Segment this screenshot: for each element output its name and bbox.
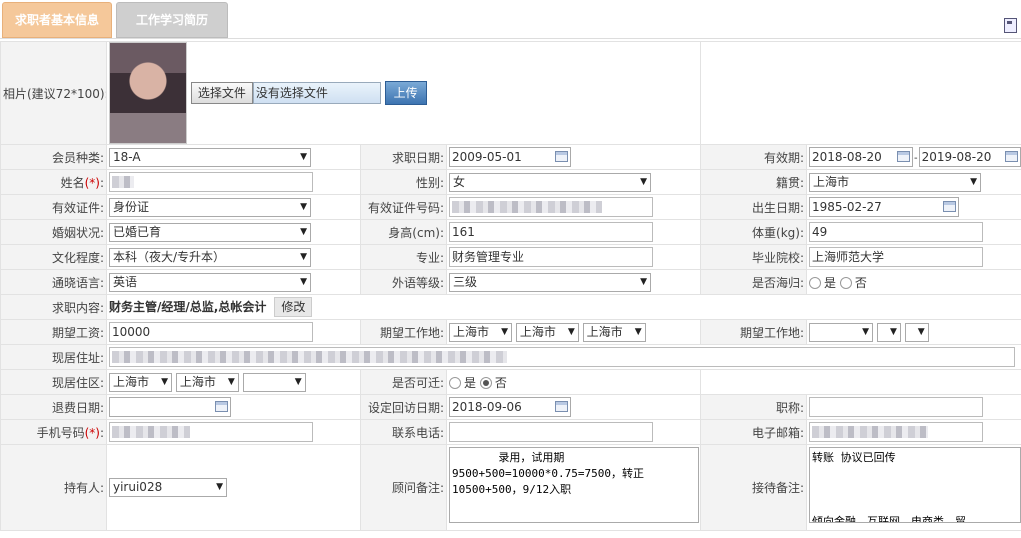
work-place-2-province-select[interactable]: ▼ xyxy=(809,322,874,342)
work-place-district-select[interactable]: 上海市 ▼ xyxy=(582,322,646,342)
work-place-2-district-select[interactable]: ▼ xyxy=(904,322,929,342)
job-date-label: 求职日期: xyxy=(360,144,447,170)
foreign-level-label: 外语等级: xyxy=(360,269,447,295)
mobile-input[interactable] xyxy=(109,422,313,442)
valid-label: 有效期: xyxy=(700,144,808,170)
revisit-date-input[interactable]: 2018-09-06 xyxy=(449,397,571,417)
phone-label: 联系电话: xyxy=(360,419,447,445)
returnee-no-radio[interactable] xyxy=(839,277,852,289)
education-select[interactable]: 本科（夜大/专升本） ▼ xyxy=(109,247,311,267)
salary-label: 期望工资: xyxy=(0,319,107,345)
reception-note-textarea[interactable]: 转账 协议已回传 倾向金融，互联网，电商类，贸 xyxy=(809,447,1021,523)
valid-to-input[interactable]: 2019-08-20 xyxy=(918,147,1021,167)
export-icon[interactable] xyxy=(1004,18,1017,33)
holder-select[interactable]: yirui028 ▼ xyxy=(109,478,227,497)
name-input[interactable] xyxy=(109,172,313,192)
education-label: 文化程度: xyxy=(0,244,107,270)
applicant-form: 相片(建议72*100): 选择文件 没有选择文件 上传 会员种类: 18-A ▼ … xyxy=(0,41,1021,531)
name-label: 姓名(*): xyxy=(0,169,107,195)
calendar-icon[interactable] xyxy=(555,401,568,412)
district-area-select[interactable]: ▼ xyxy=(242,372,306,392)
weight-label: 体重(kg): xyxy=(700,219,808,245)
school-input[interactable]: 上海师范大学 xyxy=(809,247,984,267)
major-label: 专业: xyxy=(360,244,447,270)
job-content-value: 财务主管/经理/总监,总帐会计 xyxy=(109,300,267,314)
reception-note-label: 接待备注: xyxy=(700,444,808,531)
title-label: 职称: xyxy=(700,394,808,420)
email-label: 电子邮箱: xyxy=(700,419,808,445)
mobile-label: 手机号码(*): xyxy=(0,419,107,445)
phone-input[interactable] xyxy=(449,422,653,442)
height-label: 身高(cm): xyxy=(360,219,447,245)
refund-date-input[interactable] xyxy=(109,397,231,417)
job-date-input[interactable]: 2009-05-01 xyxy=(449,147,571,167)
foreign-level-select[interactable]: 三级 ▼ xyxy=(449,272,651,292)
title-input[interactable] xyxy=(809,397,984,417)
birth-date-input[interactable]: 1985-02-27 xyxy=(809,197,960,217)
native-select[interactable]: 上海市 ▼ xyxy=(809,172,982,192)
calendar-icon[interactable] xyxy=(1004,151,1018,162)
address-input[interactable] xyxy=(109,347,1015,367)
native-label: 籍贯: xyxy=(700,169,808,195)
relocate-no-radio[interactable] xyxy=(479,377,492,389)
calendar-icon[interactable] xyxy=(215,401,228,412)
marriage-select[interactable]: 已婚已育 ▼ xyxy=(109,222,311,242)
height-input[interactable]: 161 xyxy=(449,222,653,242)
work-place-province-select[interactable]: 上海市 ▼ xyxy=(449,322,512,342)
relocate-yes-radio[interactable] xyxy=(449,377,461,389)
choose-file-button[interactable]: 选择文件 xyxy=(190,82,253,104)
work-place-2-label: 期望工作地: xyxy=(700,319,808,345)
district-city-select[interactable]: 上海市 ▼ xyxy=(175,372,239,392)
id-number-input[interactable] xyxy=(449,197,653,217)
returnee-yes-radio[interactable] xyxy=(809,277,822,289)
id-type-select[interactable]: 身份证 ▼ xyxy=(109,197,311,217)
upload-button[interactable]: 上传 xyxy=(384,81,427,105)
weight-input[interactable]: 49 xyxy=(809,222,984,242)
gender-select[interactable]: 女 ▼ xyxy=(449,172,651,192)
tab-basic-info[interactable]: 求职者基本信息 xyxy=(2,2,112,38)
school-label: 毕业院校: xyxy=(700,244,808,270)
consultant-note-textarea[interactable]: 录用，试用期 9500+500=10000*0.75=7500，转正 10500… xyxy=(449,447,699,523)
calendar-icon[interactable] xyxy=(943,201,957,212)
major-input[interactable]: 财务管理专业 xyxy=(449,247,653,267)
refund-date-label: 退费日期: xyxy=(0,394,107,420)
relocate-label: 是否可迁: xyxy=(360,369,447,395)
work-place-city-select[interactable]: 上海市 ▼ xyxy=(515,322,579,342)
consultant-note-label: 顾问备注: xyxy=(360,444,447,531)
gender-label: 性别: xyxy=(360,169,447,195)
tab-resume[interactable]: 工作学习简历 xyxy=(116,2,228,38)
applicant-photo xyxy=(109,42,187,144)
marriage-label: 婚姻状况: xyxy=(0,219,107,245)
calendar-icon[interactable] xyxy=(897,151,911,162)
email-input[interactable] xyxy=(809,422,984,442)
salary-input[interactable]: 10000 xyxy=(109,322,313,342)
language-label: 通晓语言: xyxy=(0,269,107,295)
job-content-label: 求职内容: xyxy=(0,294,107,320)
photo-cell: 选择文件 没有选择文件 上传 xyxy=(105,41,702,145)
work-place-label: 期望工作地: xyxy=(360,319,447,345)
photo-label: 相片(建议72*100): xyxy=(0,41,107,145)
address-label: 现居住址: xyxy=(0,344,107,370)
returnee-label: 是否海归: xyxy=(700,269,808,295)
holder-label: 持有人: xyxy=(0,444,107,531)
district-province-select[interactable]: 上海市 ▼ xyxy=(109,372,172,392)
revisit-date-label: 设定回访日期: xyxy=(360,394,447,420)
birth-label: 出生日期: xyxy=(700,194,808,220)
district-label: 现居住区: xyxy=(0,369,107,395)
file-name-display: 没有选择文件 xyxy=(252,82,381,104)
language-select[interactable]: 英语 ▼ xyxy=(109,272,311,292)
id-type-label: 有效证件: xyxy=(0,194,107,220)
id-number-label: 有效证件号码: xyxy=(360,194,447,220)
modify-button[interactable]: 修改 xyxy=(274,297,313,317)
tab-bar: 求职者基本信息 工作学习简历 xyxy=(0,0,1021,39)
work-place-2-city-select[interactable]: ▼ xyxy=(876,322,901,342)
valid-from-input[interactable]: 2018-08-20 xyxy=(809,147,914,167)
calendar-icon[interactable] xyxy=(555,151,568,162)
member-type-label: 会员种类: xyxy=(0,144,107,170)
member-type-select[interactable]: 18-A ▼ xyxy=(109,147,311,167)
